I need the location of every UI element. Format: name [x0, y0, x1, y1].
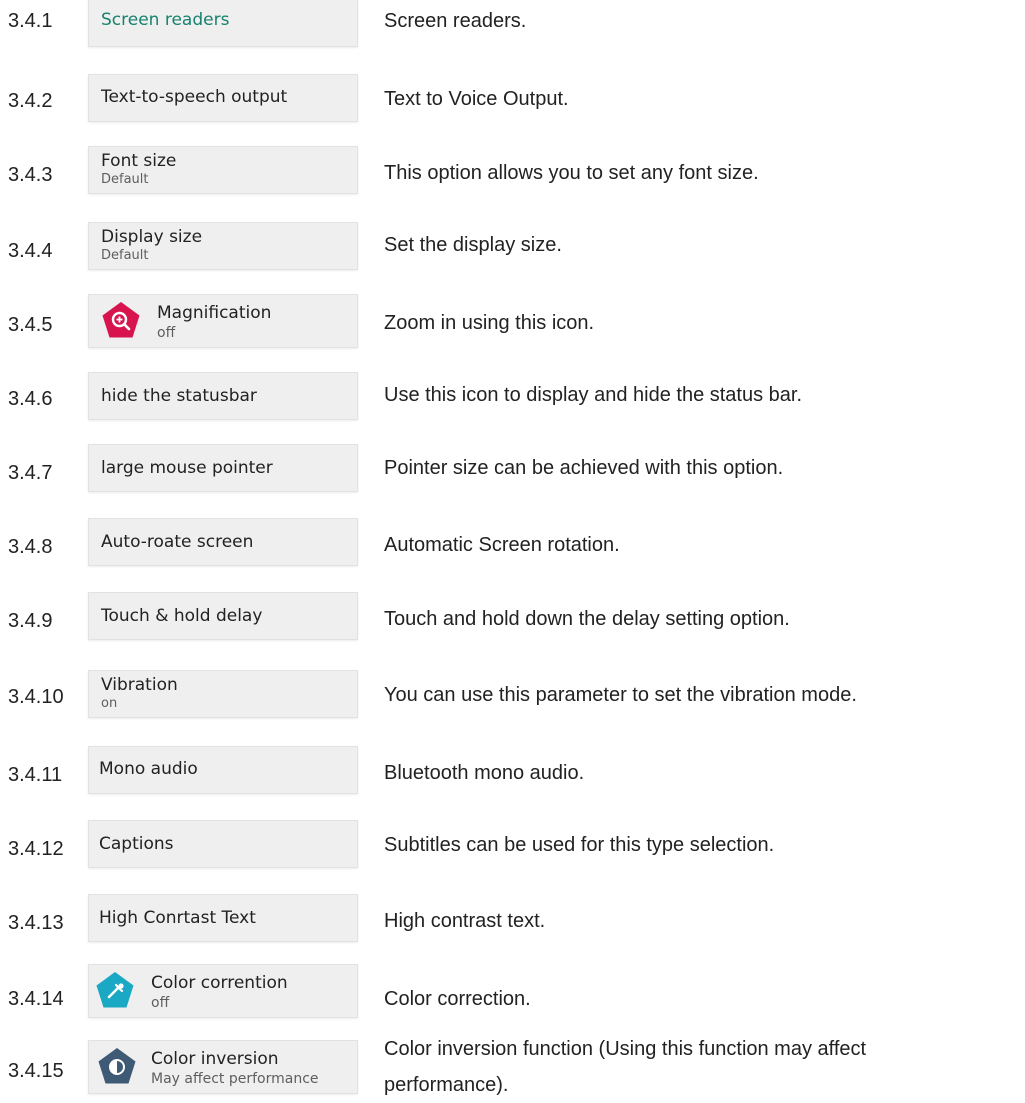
- setting-large-mouse-pointer[interactable]: large mouse pointer: [88, 444, 358, 492]
- setting-magnification[interactable]: Magnification off: [88, 294, 358, 348]
- setting-subtitle: off: [157, 325, 176, 341]
- item-number: 3.4.5: [8, 314, 53, 336]
- item-number: 3.4.15: [8, 1060, 64, 1082]
- item-number: 3.4.3: [8, 164, 53, 186]
- setting-font-size[interactable]: Font size Default: [88, 146, 358, 194]
- setting-subtitle: Default: [101, 248, 149, 263]
- item-description: Zoom in using this icon.: [384, 312, 595, 334]
- setting-title: Vibration: [101, 675, 178, 695]
- item-description: Subtitles can be used for this type sele…: [384, 834, 775, 856]
- item-description: Automatic Screen rotation.: [384, 534, 620, 556]
- setting-title: Text-to-speech output: [101, 87, 288, 107]
- setting-title: Mono audio: [99, 759, 198, 779]
- setting-title: Magnification: [157, 303, 272, 323]
- setting-text-to-speech[interactable]: Text-to-speech output: [88, 74, 358, 122]
- item-number: 3.4.10: [8, 686, 64, 708]
- setting-captions[interactable]: Captions: [88, 820, 358, 868]
- setting-subtitle: Default: [101, 172, 149, 187]
- item-description: Text to Voice Output.: [384, 88, 569, 110]
- setting-title: Touch & hold delay: [101, 606, 263, 626]
- setting-title: hide the statusbar: [101, 386, 257, 406]
- setting-subtitle: May affect performance: [151, 1071, 319, 1087]
- item-number: 3.4.13: [8, 912, 64, 934]
- contrast-icon: [98, 1048, 136, 1084]
- item-description-continued: performance).: [384, 1074, 509, 1096]
- item-description: Bluetooth mono audio.: [384, 762, 585, 784]
- magnify-plus-icon: [102, 302, 140, 338]
- setting-auto-rotate-screen[interactable]: Auto-roate screen: [88, 518, 358, 566]
- item-number: 3.4.8: [8, 536, 53, 558]
- item-number: 3.4.6: [8, 388, 53, 410]
- setting-title: Captions: [99, 834, 174, 854]
- item-description: Set the display size.: [384, 234, 562, 256]
- setting-title: Color inversion: [151, 1049, 279, 1069]
- item-description: You can use this parameter to set the vi…: [384, 684, 857, 706]
- item-description: Screen readers.: [384, 10, 527, 32]
- setting-touch-hold-delay[interactable]: Touch & hold delay: [88, 592, 358, 640]
- item-number: 3.4.2: [8, 90, 53, 112]
- item-description: Pointer size can be achieved with this o…: [384, 457, 784, 479]
- setting-title: Font size: [101, 151, 177, 171]
- item-description: Color inversion function (Using this fun…: [384, 1038, 867, 1060]
- setting-color-inversion[interactable]: Color inversion May affect performance: [88, 1040, 358, 1094]
- setting-title: Display size: [101, 227, 203, 247]
- item-number: 3.4.4: [8, 240, 53, 262]
- item-number: 3.4.1: [8, 10, 53, 32]
- eyedropper-icon: [96, 972, 134, 1008]
- item-number: 3.4.12: [8, 838, 64, 860]
- setting-subtitle: on: [101, 696, 118, 711]
- item-description: Touch and hold down the delay setting op…: [384, 608, 790, 630]
- setting-high-contrast-text[interactable]: High Conrtast Text: [88, 894, 358, 942]
- item-number: 3.4.11: [8, 764, 63, 786]
- setting-title: Auto-roate screen: [101, 532, 254, 552]
- setting-mono-audio[interactable]: Mono audio: [88, 746, 358, 794]
- item-number: 3.4.7: [8, 462, 53, 484]
- setting-vibration[interactable]: Vibration on: [88, 670, 358, 718]
- item-description: Color correction.: [384, 988, 531, 1010]
- setting-title: Color corrention: [151, 973, 288, 993]
- setting-hide-statusbar[interactable]: hide the statusbar: [88, 372, 358, 420]
- setting-subtitle: off: [151, 995, 170, 1011]
- item-number: 3.4.9: [8, 610, 53, 632]
- item-description: This option allows you to set any font s…: [384, 162, 759, 184]
- setting-title: large mouse pointer: [101, 458, 273, 478]
- setting-title: Screen readers: [101, 10, 230, 30]
- item-number: 3.4.14: [8, 988, 64, 1010]
- item-description: High contrast text.: [384, 910, 546, 932]
- setting-title: High Conrtast Text: [99, 908, 256, 928]
- setting-display-size[interactable]: Display size Default: [88, 222, 358, 270]
- setting-screen-readers[interactable]: Screen readers: [88, 0, 358, 47]
- setting-color-correction[interactable]: Color corrention off: [88, 964, 358, 1018]
- item-description: Use this icon to display and hide the st…: [384, 384, 803, 406]
